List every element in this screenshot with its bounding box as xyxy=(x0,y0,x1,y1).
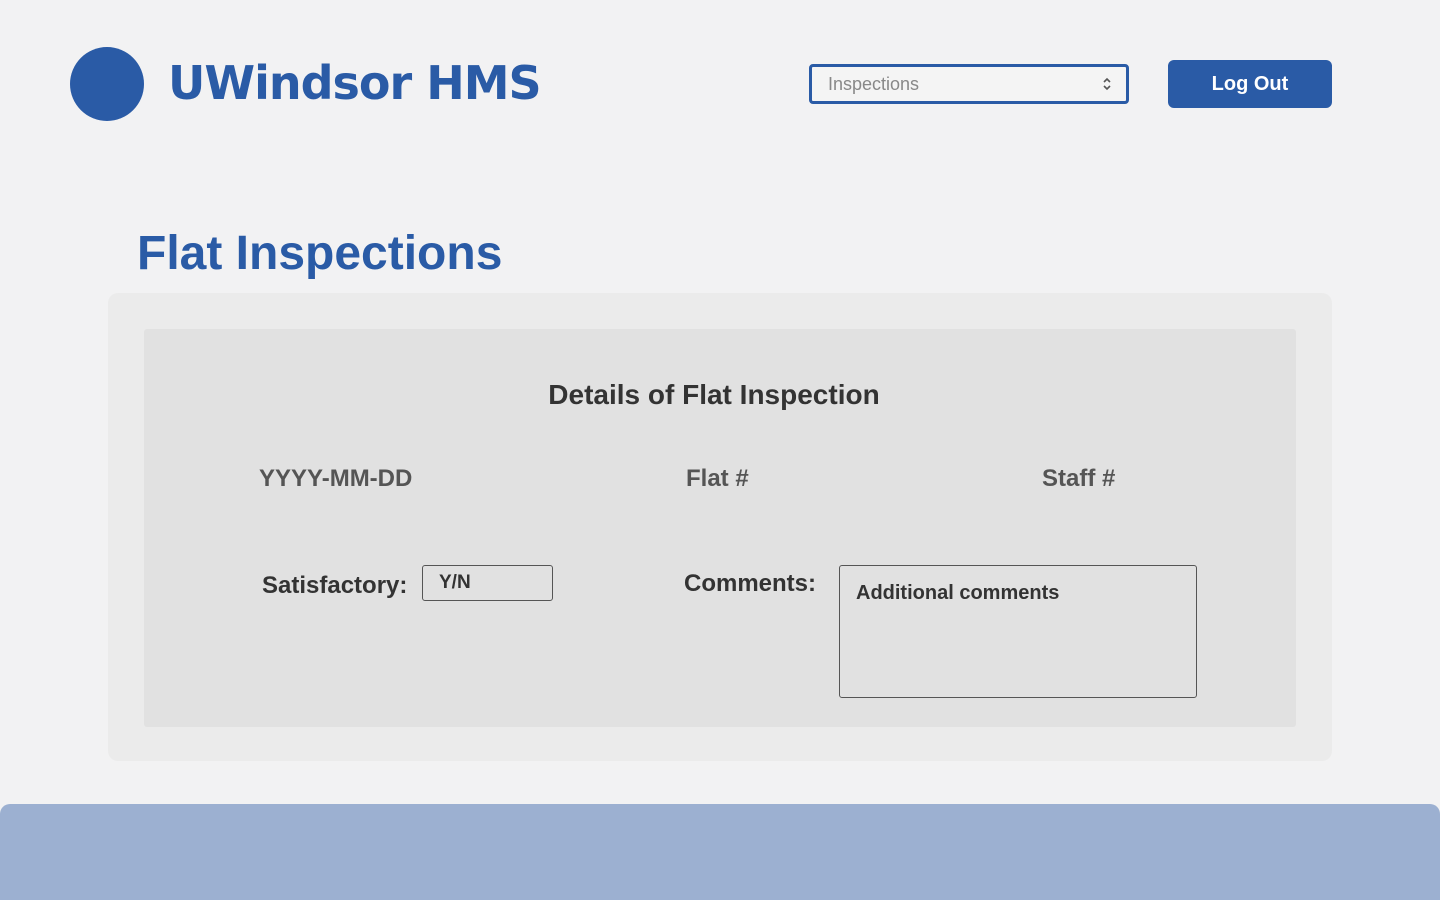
satisfactory-input[interactable]: Y/N xyxy=(422,565,553,601)
flat-number-field[interactable]: Flat # xyxy=(686,464,749,494)
page-title: Flat Inspections xyxy=(137,227,503,280)
app-title: UWindsor HMS xyxy=(168,56,542,110)
logout-button[interactable]: Log Out xyxy=(1168,60,1332,108)
details-title: Details of Flat Inspection xyxy=(548,379,880,410)
satisfactory-placeholder: Y/N xyxy=(439,572,471,593)
chevron-up-down-icon xyxy=(1103,77,1111,91)
comments-textarea[interactable]: Additional comments xyxy=(839,565,1197,698)
staff-number-field[interactable]: Staff # xyxy=(1042,464,1115,494)
comments-placeholder: Additional comments xyxy=(856,582,1060,604)
navigation-select-value: Inspections xyxy=(828,74,920,94)
footer xyxy=(0,804,1440,900)
logo-icon[interactable] xyxy=(70,47,144,121)
navigation-select[interactable]: Inspections xyxy=(809,64,1129,104)
comments-label: Comments: xyxy=(684,570,817,597)
satisfactory-label: Satisfactory: xyxy=(262,572,408,599)
date-field[interactable]: YYYY-MM-DD xyxy=(259,464,412,494)
